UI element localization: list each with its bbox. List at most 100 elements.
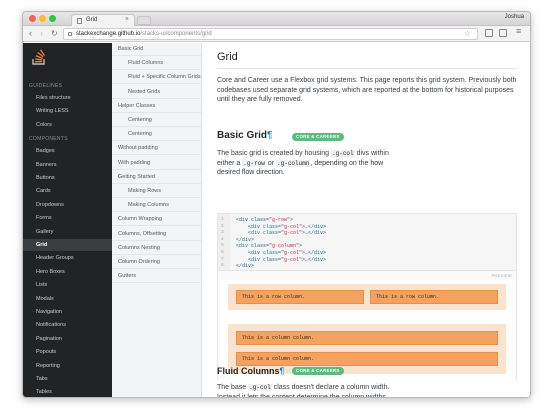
code-string: "g-col" — [281, 230, 303, 237]
fluid-columns-anchor-link[interactable]: ¶ — [280, 366, 285, 376]
basic-grid-heading: Basic Grid¶ — [217, 130, 272, 141]
subnav-item-fluid-specific-column-grids[interactable]: Fluid + Specific Column Grids — [112, 71, 201, 85]
core-careers-badge: CORE & CAREERS — [292, 133, 344, 141]
share-icon[interactable] — [499, 29, 507, 37]
subnav-item-making-rows[interactable]: Making Rows — [112, 185, 201, 198]
code-line: <div class="g-col">…</div> — [236, 224, 326, 230]
code-line: </div> — [236, 263, 254, 269]
code-tag: >…</div> — [302, 250, 327, 256]
subnav-item-with-padding[interactable]: With padding — [112, 157, 201, 170]
back-icon[interactable]: ‹ — [29, 29, 32, 38]
sidebar-item-grid[interactable]: Grid — [23, 239, 112, 251]
page-icon — [77, 18, 82, 24]
line-number-gutter — [218, 214, 230, 270]
subnav-item-making-columns[interactable]: Making Columns — [112, 199, 201, 213]
forward-icon[interactable]: › — [40, 29, 43, 38]
description-text: or — [265, 159, 277, 167]
reload-icon[interactable]: ↻ — [51, 29, 58, 38]
code-tag: > — [299, 243, 303, 250]
sidebar-item-pagination[interactable]: Pagination — [23, 333, 112, 345]
main-content: Grid Core and Career use a Flexbox grid … — [202, 43, 530, 397]
description-text: The base — [217, 384, 249, 391]
sidebar-item-dropdowns[interactable]: Dropdowns — [23, 199, 112, 211]
code-string: "g-row" — [269, 217, 291, 223]
line-number: 2 — [221, 223, 224, 229]
sidebar-item-cards[interactable]: Cards — [23, 185, 112, 197]
code-tag: <div class= — [248, 230, 282, 237]
sidebar-item-navigation[interactable]: Navigation — [23, 306, 112, 318]
sidebar-item-tabs[interactable]: Tabs — [23, 373, 112, 385]
code-tag: </div> — [236, 263, 255, 270]
url-path: /stacks-ui/components/grid — [140, 31, 212, 37]
line-number: 6 — [221, 250, 224, 255]
sidebar-item-gallery[interactable]: Gallery — [23, 226, 112, 238]
code-g-col: .g-col — [248, 384, 272, 391]
sidebar-item-writing-less[interactable]: Writing LESS — [23, 105, 112, 117]
line-number: 8 — [221, 263, 224, 269]
code-g-column: .g-column — [276, 159, 311, 167]
sidebar-item-reporting[interactable]: Reporting — [23, 360, 112, 372]
sidebar-item-badges[interactable]: Badges — [23, 145, 112, 157]
sidebar-item-tables[interactable]: Tables — [23, 386, 112, 397]
line-number: 5 — [221, 243, 224, 249]
line-number: 1 — [221, 217, 224, 222]
intro-text: Core and Career use a Flexbox grid syste… — [217, 77, 517, 103]
title-bar: Grid × Joshua — [23, 12, 530, 26]
sidebar-item-header-groups[interactable]: Header Groups — [23, 252, 112, 264]
subnav-item-columns-offsetting[interactable]: Columns, Offsetting — [112, 228, 201, 241]
subnav-item-fluid-columns[interactable]: Fluid Columns — [112, 57, 201, 71]
sidebar-item-files-structure[interactable]: Files structure — [23, 92, 112, 104]
sidebar-item-notifications[interactable]: Notifications — [23, 319, 112, 331]
fluid-columns-description: The base .g-col class doesn't declare a … — [217, 383, 402, 397]
close-window-button[interactable] — [29, 15, 36, 22]
code-string: "g-column" — [269, 243, 300, 250]
code-example[interactable]: 1 <div class="g-row"> 2 <div class="g-col"… — [217, 213, 517, 271]
subnav-item-gutters[interactable]: Gutters — [112, 270, 201, 284]
profile-name[interactable]: Joshua — [505, 14, 524, 20]
sidebar-item-banners[interactable]: Banners — [23, 159, 112, 171]
tab-close-icon[interactable]: × — [125, 16, 129, 23]
maximize-window-button[interactable] — [49, 15, 56, 22]
section-subnav: Basic Grid Fluid Columns Fluid + Specific … — [112, 43, 202, 397]
sidebar: GUIDELINES Files structure Writing LESS Col… — [23, 43, 112, 397]
sidebar-item-modals[interactable]: Modals — [23, 293, 112, 305]
code-tag: </div> — [236, 236, 255, 243]
code-tag: <div class= — [236, 243, 270, 250]
subnav-item-nested-grids[interactable]: Nested Grids — [112, 86, 201, 99]
subnav-item-centering[interactable]: Centering — [112, 114, 201, 127]
sidebar-item-hero-boxes[interactable]: Hero Boxes — [23, 266, 112, 278]
subnav-item-basic-grid[interactable]: Basic Grid — [112, 43, 201, 56]
sidebar-item-forms[interactable]: Forms — [23, 212, 112, 224]
subnav-item-column-ordering[interactable]: Column Ordering — [112, 256, 201, 269]
lock-icon — [68, 32, 72, 36]
subnav-item-centering[interactable]: Centering — [112, 128, 201, 142]
sidebar-item-buttons[interactable]: Buttons — [23, 172, 112, 184]
subnav-item-helper-classes[interactable]: Helper Classes — [112, 100, 201, 113]
sidebar-item-popouts[interactable]: Popouts — [23, 346, 112, 358]
code-tag: <div class= — [248, 256, 282, 263]
sidebar-item-colors[interactable]: Colors — [23, 119, 112, 131]
menu-icon[interactable]: ≡ — [516, 27, 521, 36]
subnav-item-without-padding[interactable]: Without padding — [112, 142, 201, 156]
stack-logo-icon[interactable] — [32, 49, 46, 65]
browser-toolbar: ‹ › ↻ stackexchange.github.io/stacks-ui/… — [23, 26, 530, 42]
new-tab-button[interactable] — [137, 16, 151, 25]
line-number: 4 — [221, 236, 224, 242]
minimize-window-button[interactable] — [39, 15, 46, 22]
basic-grid-anchor-link[interactable]: ¶ — [267, 130, 272, 141]
extension-icon[interactable] — [485, 29, 493, 37]
bookmark-star-icon[interactable]: ☆ — [464, 29, 471, 38]
subnav-item-columns-nesting[interactable]: Columns Nesting — [112, 242, 201, 255]
code-line: <div class="g-col">…</div> — [236, 257, 326, 263]
tab-grid[interactable]: Grid × — [71, 14, 135, 26]
preview-area: This is a row column. This is a row colu… — [217, 280, 517, 380]
sidebar-item-lists[interactable]: Lists — [23, 279, 112, 291]
address-bar[interactable]: stackexchange.github.io/stacks-ui/compon… — [63, 28, 478, 40]
page-title: Grid — [217, 51, 238, 63]
subnav-item-column-wrapping[interactable]: Column Wrapping — [112, 213, 201, 227]
subnav-item-getting-started[interactable]: Getting Started — [112, 171, 201, 184]
